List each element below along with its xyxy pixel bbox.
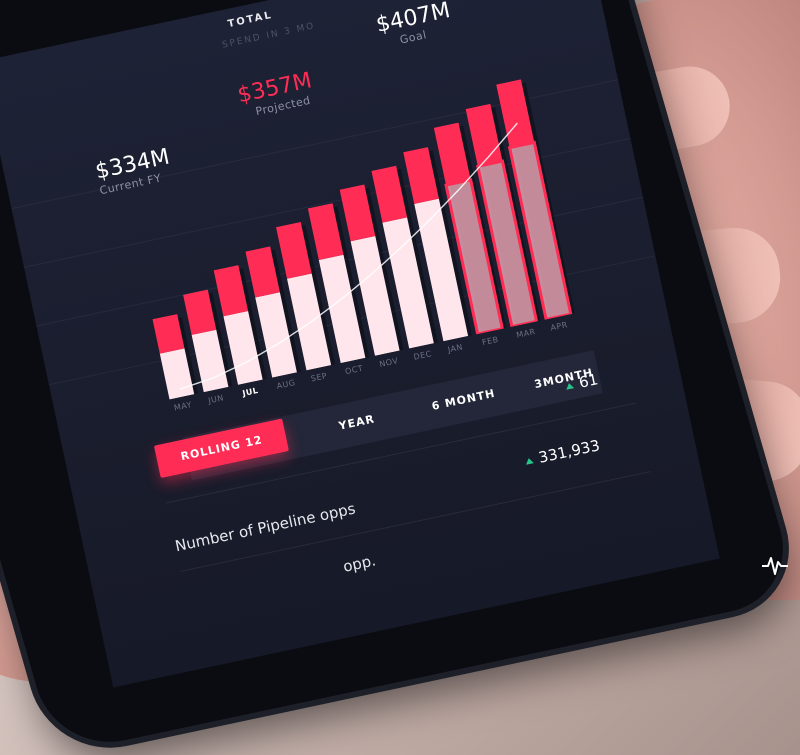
metric-label: opp. xyxy=(341,551,378,576)
month-label: APR xyxy=(549,320,569,333)
page-title: TOTAL xyxy=(226,9,274,31)
month-label: NOV xyxy=(378,356,400,369)
month-label: JUL xyxy=(241,385,260,399)
month-label: DEC xyxy=(412,349,433,362)
month-label: FEB xyxy=(481,334,500,348)
triangle-up-icon xyxy=(564,381,575,390)
metric-row-pipeline[interactable]: Number of Pipeline opps xyxy=(173,498,357,556)
month-label: OCT xyxy=(344,363,365,377)
tab-6-month[interactable]: 6 MONTH xyxy=(431,387,497,413)
month-label: JUN xyxy=(207,393,225,406)
month-label: MAY xyxy=(173,400,193,413)
triangle-up-icon xyxy=(524,456,534,465)
month-label: AUG xyxy=(275,378,297,391)
metric-number: 331,933 xyxy=(537,436,602,467)
month-label: MAR xyxy=(515,327,537,340)
metric-row-opp[interactable]: opp. xyxy=(341,550,377,575)
metric-value-2: 331,933 xyxy=(523,436,601,469)
month-label: JAN xyxy=(447,342,464,355)
stat-goal: $407M Goal xyxy=(374,0,455,51)
metric-label: Number of Pipeline opps xyxy=(173,499,357,556)
pulse-logo-icon xyxy=(762,557,788,575)
tab-year[interactable]: YEAR xyxy=(338,412,376,432)
spend-bar-chart xyxy=(152,79,576,401)
month-label: SEP xyxy=(310,371,329,384)
